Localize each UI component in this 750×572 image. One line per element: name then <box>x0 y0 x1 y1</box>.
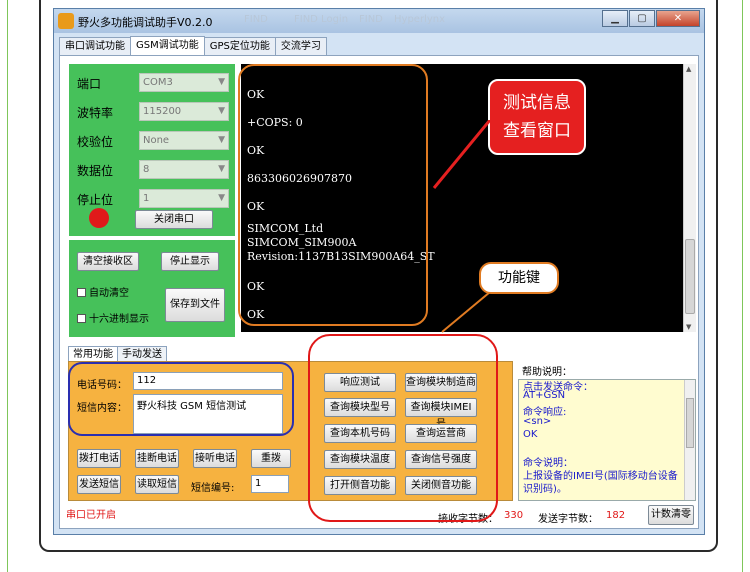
callout-arrow <box>432 120 492 189</box>
baud-label: 波特率 <box>77 106 114 120</box>
help-line: <sn> <box>523 416 552 427</box>
help-line: OK <box>523 429 538 440</box>
left-border <box>0 0 8 572</box>
stop-display-button[interactable]: 停止显示 <box>161 252 219 271</box>
app-icon <box>58 13 74 29</box>
title-bar: 野火多功能调试助手V0.2.0 FIND FIND Login FIND Hyp… <box>54 9 704 33</box>
read-sms-button[interactable]: 读取短信 <box>135 475 179 494</box>
help-line: AT+GSN <box>523 390 566 401</box>
port-select[interactable]: COM3 ▼ <box>139 73 229 92</box>
ghost-title: FIND <box>359 14 383 25</box>
help-line: 识别码)。 <box>523 484 567 495</box>
ghost-title: Hyperlynx <box>394 14 446 25</box>
send-bytes-label: 发送字节数： <box>538 514 598 525</box>
baud-select[interactable]: 115200 ▼ <box>139 102 229 121</box>
parity-label: 校验位 <box>77 135 114 149</box>
chevron-down-icon: ▼ <box>218 135 225 145</box>
answer-button[interactable]: 接听电话 <box>193 449 237 468</box>
databits-label: 数据位 <box>77 164 114 178</box>
close-port-button[interactable]: 关闭串口 <box>135 210 213 229</box>
subtab-common[interactable]: 常用功能 <box>68 346 118 362</box>
function-subtabs: 常用功能 手动发送 <box>68 346 167 362</box>
parity-select[interactable]: None ▼ <box>139 131 229 150</box>
help-title: 帮助说明： <box>522 367 572 378</box>
right-border <box>742 0 750 572</box>
ghost-title: FIND Login <box>294 14 349 25</box>
tab-gps[interactable]: GPS定位功能 <box>203 37 276 55</box>
sms-index-label: 短信编号: <box>191 483 235 494</box>
close-icon[interactable]: ✕ <box>656 10 700 27</box>
port-status-indicator <box>89 208 109 228</box>
save-to-file-button[interactable]: 保存到文件 <box>165 288 225 322</box>
debug-window-callout: 测试信息 查看窗口 <box>488 79 586 155</box>
recv-bytes-value: 330 <box>504 510 524 521</box>
help-text-box[interactable]: 点击发送命令： AT+GSN 命令响应: <sn> OK 命令说明： 上报设备的… <box>518 379 696 501</box>
port-label: 端口 <box>77 77 102 91</box>
phone-sms-outline <box>68 362 294 436</box>
tab-serial[interactable]: 串口调试功能 <box>59 37 131 55</box>
port-status-text: 串口已开启 <box>66 510 116 521</box>
stopbits-label: 停止位 <box>77 193 114 207</box>
chevron-down-icon: ▼ <box>218 77 225 87</box>
dial-button[interactable]: 拨打电话 <box>77 449 121 468</box>
stopbits-select[interactable]: 1 ▼ <box>139 189 229 208</box>
receive-options-panel: 清空接收区 停止显示 自动清空 十六进制显示 保存到文件 <box>69 240 235 337</box>
sms-index-input[interactable]: 1 <box>251 475 289 493</box>
callout-pointer <box>441 292 491 333</box>
scroll-thumb <box>685 239 695 314</box>
function-keys-callout: 功能键 <box>479 262 559 294</box>
scroll-down-icon: ▼ <box>686 323 692 331</box>
hangup-button[interactable]: 挂断电话 <box>135 449 179 468</box>
main-tabs: 串口调试功能 GSM调试功能 GPS定位功能 交流学习 <box>59 36 327 55</box>
serial-settings-panel: 端口 COM3 ▼ 波特率 115200 ▼ 校验位 None ▼ 数据位 8 ▼ 停止… <box>69 64 235 236</box>
scroll-up-icon: ▲ <box>686 65 692 73</box>
clear-count-button[interactable]: 计数清零 <box>648 505 694 525</box>
send-sms-button[interactable]: 发送短信 <box>77 475 121 494</box>
chevron-down-icon: ▼ <box>218 164 225 174</box>
auto-clear-checkbox[interactable]: 自动清空 <box>77 284 129 299</box>
window-title: 野火多功能调试助手V0.2.0 <box>78 16 213 29</box>
minimize-icon[interactable]: ▁ <box>602 10 628 27</box>
help-scroll-thumb <box>686 398 694 448</box>
redial-button[interactable]: 重拨 <box>251 449 291 468</box>
tab-gsm[interactable]: GSM调试功能 <box>130 36 205 55</box>
hex-display-checkbox[interactable]: 十六进制显示 <box>77 310 149 325</box>
send-bytes-value: 182 <box>606 510 626 521</box>
tab-learn[interactable]: 交流学习 <box>274 37 327 55</box>
help-scrollbar[interactable] <box>684 380 695 500</box>
console-highlight-outline <box>238 64 428 326</box>
subtab-manual-send[interactable]: 手动发送 <box>117 346 167 362</box>
clear-receive-button[interactable]: 清空接收区 <box>77 252 139 271</box>
ghost-title: FIND <box>244 14 268 25</box>
help-panel: 帮助说明： 点击发送命令： AT+GSN 命令响应: <sn> OK 命令说明：… <box>518 361 696 501</box>
chevron-down-icon: ▼ <box>218 193 225 203</box>
maximize-icon[interactable]: ▢ <box>629 10 655 27</box>
chevron-down-icon: ▼ <box>218 106 225 116</box>
databits-select[interactable]: 8 ▼ <box>139 160 229 179</box>
function-buttons-outline <box>308 334 498 522</box>
console-scrollbar[interactable]: ▲ ▼ <box>683 64 696 332</box>
